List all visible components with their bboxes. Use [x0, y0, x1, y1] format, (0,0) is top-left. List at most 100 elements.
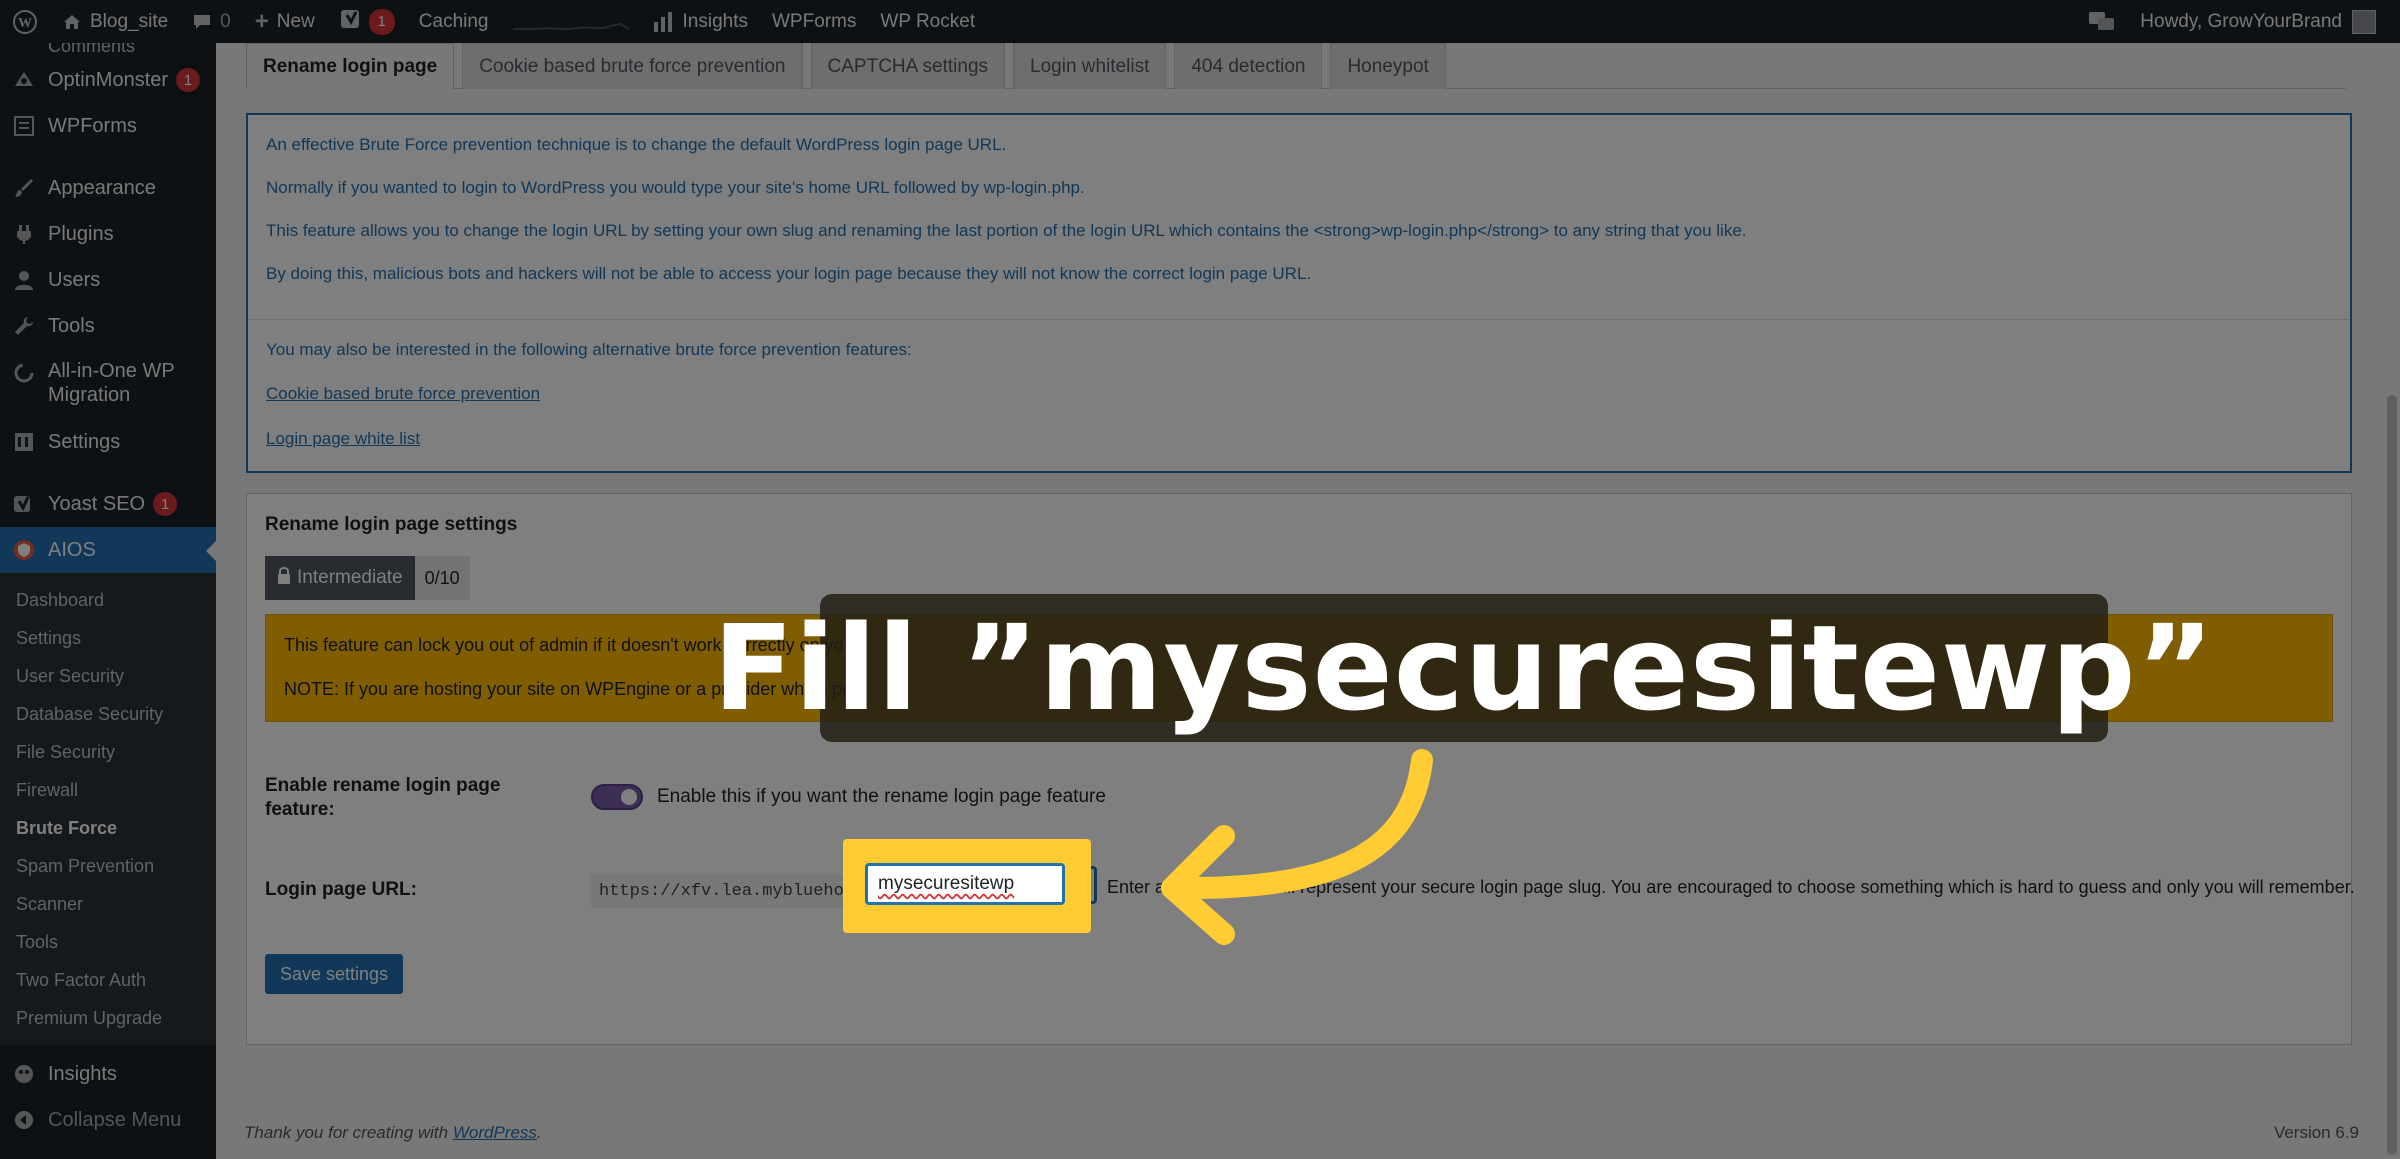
sidebar-item-aios[interactable]: AIOS	[0, 527, 216, 573]
level-label: Intermediate	[297, 567, 403, 588]
chat-bubbles-icon	[2089, 11, 2115, 30]
submenu-tools[interactable]: Tools	[0, 923, 216, 961]
plugin-icon	[10, 220, 38, 248]
collapse-menu-button[interactable]: Collapse Menu	[0, 1097, 216, 1143]
yoast-icon	[10, 490, 38, 518]
submenu-settings[interactable]: Settings	[0, 619, 216, 657]
info-box: An effective Brute Force prevention tech…	[246, 113, 2352, 473]
sidebar-item-optinmonster[interactable]: OptinMonster 1	[0, 57, 216, 103]
sidebar-item-label: Settings	[48, 430, 121, 453]
yoast-count-badge: 1	[368, 8, 395, 35]
traffic-sparkline-icon	[512, 22, 629, 30]
brute-force-tabs: Rename login page Cookie based brute for…	[246, 43, 2346, 89]
tab-cookie-brute-force[interactable]: Cookie based brute force prevention	[462, 43, 803, 89]
pointer-arrow-icon	[1161, 749, 1433, 945]
my-account-menu[interactable]: Howdy, GrowYourBrand	[2128, 0, 2388, 43]
comment-icon	[192, 12, 212, 32]
wrench-icon	[10, 312, 38, 340]
caching-label: Caching	[418, 10, 489, 32]
menu-separator	[0, 149, 216, 165]
sidebar-item-label: Insights	[48, 1062, 117, 1085]
page-scrollbar[interactable]	[2384, 43, 2400, 1159]
tab-login-whitelist[interactable]: Login whitelist	[1013, 43, 1167, 89]
insights-icon	[10, 1060, 38, 1088]
save-settings-button[interactable]: Save settings	[265, 954, 404, 994]
collapse-label: Collapse Menu	[48, 1108, 182, 1131]
sidebar-item-label: Tools	[48, 314, 95, 337]
sidebar-item-users[interactable]: Users	[0, 257, 216, 303]
tab-captcha-settings[interactable]: CAPTCHA settings	[810, 43, 1006, 89]
caching-menu[interactable]: Caching	[407, 0, 501, 43]
adminbar-graph	[501, 0, 641, 43]
submenu-two-factor-auth[interactable]: Two Factor Auth	[0, 961, 216, 999]
sidebar-item-tools[interactable]: Tools	[0, 303, 216, 349]
sidebar-item-settings[interactable]: Settings	[0, 419, 216, 465]
instruction-callout: Fill ”mysecuresitewp”	[713, 594, 2214, 742]
sidebar-item-insights[interactable]: Insights	[0, 1051, 216, 1097]
notifications-button[interactable]	[2076, 0, 2128, 43]
footer-thanks-text: Thank you for creating with	[244, 1123, 453, 1142]
settings-title: Rename login page settings	[265, 514, 518, 535]
admin-bar: W Blog_site 0 + New 1 Caching Insights W…	[0, 0, 2400, 43]
optinmonster-icon	[10, 66, 38, 94]
wprocket-label: WP Rocket	[880, 10, 976, 32]
tab-honeypot[interactable]: Honeypot	[1330, 43, 1446, 89]
sidebar-item-label: Appearance	[48, 176, 156, 199]
comments-link[interactable]: 0	[180, 0, 243, 43]
login-whitelist-link[interactable]: Login page white list	[266, 429, 420, 448]
submenu-file-security[interactable]: File Security	[0, 733, 216, 771]
sidebar-item-wpforms[interactable]: WPForms	[0, 103, 216, 149]
yoast-badge: 1	[153, 492, 178, 516]
submenu-database-security[interactable]: Database Security	[0, 695, 216, 733]
paintbrush-icon	[10, 174, 38, 202]
sidebar-item-label: Yoast SEO	[48, 492, 146, 515]
tab-404-detection[interactable]: 404 detection	[1174, 43, 1323, 89]
new-label: New	[276, 10, 315, 32]
sidebar-item-label: Comments	[48, 43, 136, 56]
sidebar-item-label: All-in-One WP Migration	[48, 360, 175, 406]
wordpress-logo-button[interactable]: W	[0, 0, 50, 43]
site-name: Blog_site	[90, 10, 169, 32]
sidebar-item-yoast[interactable]: Yoast SEO 1	[0, 481, 216, 527]
submenu-spam-prevention[interactable]: Spam Prevention	[0, 847, 216, 885]
aios-icon	[10, 536, 38, 564]
optinmonster-badge: 1	[176, 68, 201, 92]
user-icon	[10, 266, 38, 294]
collapse-icon	[10, 1106, 38, 1134]
wprocket-adminbar-link[interactable]: WP Rocket	[868, 0, 987, 43]
footer-period: .	[536, 1123, 542, 1142]
sidebar-item-comments[interactable]: Comments	[0, 43, 216, 57]
wordpress-link[interactable]: WordPress	[453, 1123, 537, 1142]
submenu-scanner[interactable]: Scanner	[0, 885, 216, 923]
insights-adminbar-link[interactable]: Insights	[641, 0, 760, 43]
sidebar-item-migration[interactable]: All-in-One WP Migration	[0, 349, 216, 419]
wordpress-logo-icon: W	[13, 9, 37, 34]
enable-rename-toggle[interactable]	[591, 784, 643, 810]
submenu-brute-force[interactable]: Brute Force	[0, 809, 216, 847]
wpforms-label: WPForms	[771, 10, 857, 32]
wpforms-icon	[10, 112, 38, 140]
info-paragraph: An effective Brute Force prevention tech…	[266, 135, 1007, 154]
comments-count: 0	[220, 10, 231, 32]
wpforms-adminbar-link[interactable]: WPForms	[760, 0, 868, 43]
yoast-adminbar-button[interactable]: 1	[327, 0, 407, 43]
sidebar-item-appearance[interactable]: Appearance	[0, 165, 216, 211]
submenu-premium-upgrade[interactable]: Premium Upgrade	[0, 999, 216, 1037]
scrollbar-thumb[interactable]	[2387, 395, 2397, 1155]
tab-rename-login-page[interactable]: Rename login page	[246, 43, 455, 89]
new-content-button[interactable]: + New	[243, 0, 327, 43]
home-icon	[62, 12, 82, 32]
sidebar-item-label: WPForms	[48, 114, 137, 137]
input-highlight: mysecuresitewp	[843, 839, 1091, 933]
submenu-user-security[interactable]: User Security	[0, 657, 216, 695]
sidebar-item-plugins[interactable]: Plugins	[0, 211, 216, 257]
cookie-brute-force-link[interactable]: Cookie based brute force prevention	[266, 384, 540, 403]
settings-icon	[10, 428, 38, 456]
level-badge: Intermediate	[265, 556, 415, 600]
site-name-link[interactable]: Blog_site	[50, 0, 180, 43]
admin-sidebar: Comments OptinMonster 1 WPForms Appearan…	[0, 43, 216, 1159]
highlighted-slug-input[interactable]: mysecuresitewp	[865, 863, 1065, 905]
submenu-dashboard[interactable]: Dashboard	[0, 581, 216, 619]
submenu-firewall[interactable]: Firewall	[0, 771, 216, 809]
sidebar-item-label: Plugins	[48, 222, 114, 245]
